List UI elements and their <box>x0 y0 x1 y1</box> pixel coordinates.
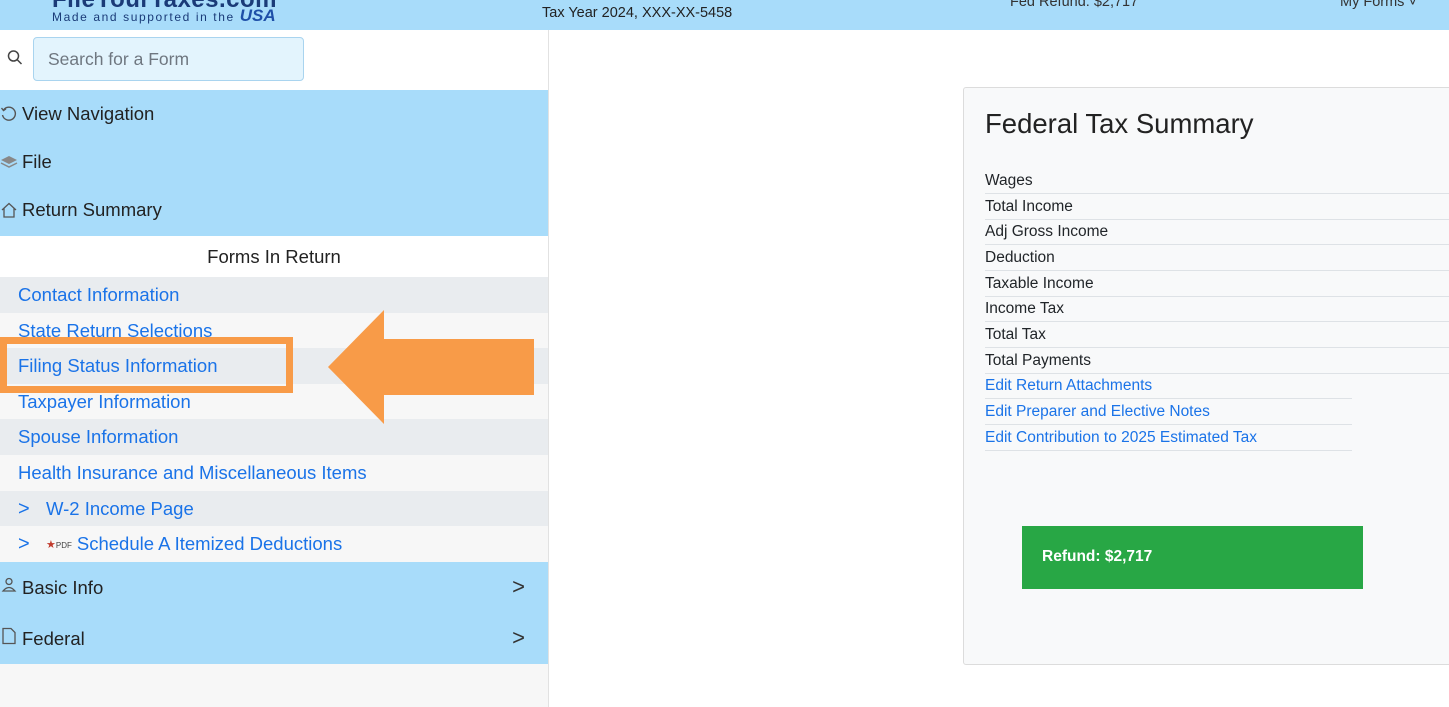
summary-row-taxable-income: Taxable Income <box>985 271 1449 297</box>
tax-year-label: Tax Year 2024, XXX-XX-5458 <box>542 5 733 21</box>
summary-row-total-payments: Total Payments <box>985 348 1449 374</box>
home-icon <box>0 201 22 219</box>
w2-income-label: W-2 Income Page <box>46 498 194 519</box>
forms-in-return-heading: Forms In Return <box>0 236 548 277</box>
pdf-icon-label: PDF <box>55 540 72 550</box>
refund-badge: Refund: $2,717 <box>1022 526 1363 589</box>
form-link-health-insurance[interactable]: Health Insurance and Miscellaneous Items <box>0 455 548 491</box>
search-icon <box>7 49 23 67</box>
bottom-nav: Basic Info > Federal > <box>0 562 548 664</box>
chevron-right-icon[interactable]: > <box>512 574 525 600</box>
summary-row-adj-gross-income: Adj Gross Income <box>985 219 1449 245</box>
file-menu-item[interactable]: File <box>0 138 548 186</box>
edit-return-attachments-link[interactable]: Edit Return Attachments <box>985 373 1352 399</box>
federal-tax-summary-card: Federal Tax Summary Wages Total Income A… <box>963 87 1449 665</box>
brand-usa-logo: USA <box>239 6 276 25</box>
return-summary-label: Return Summary <box>22 199 162 220</box>
summary-row-deduction: Deduction <box>985 245 1449 271</box>
edit-preparer-notes-link[interactable]: Edit Preparer and Elective Notes <box>985 399 1352 425</box>
federal-label: Federal <box>22 627 85 649</box>
summary-row-income-tax: Income Tax <box>985 296 1449 322</box>
my-forms-dropdown[interactable]: My Forms ˅ <box>1340 0 1417 10</box>
federal-item[interactable]: Federal > <box>0 613 548 664</box>
file-label: File <box>22 151 52 172</box>
form-link-w2-income-page[interactable]: > W-2 Income Page <box>0 491 548 527</box>
search-input[interactable] <box>33 37 304 81</box>
view-navigation-item[interactable]: View Navigation <box>0 90 548 138</box>
basic-info-label: Basic Info <box>22 576 104 598</box>
summary-title: Federal Tax Summary <box>985 108 1254 139</box>
history-icon <box>0 105 22 123</box>
summary-row-wages: Wages <box>985 168 1449 194</box>
form-link-schedule-a[interactable]: > ★PDF Schedule A Itemized Deductions <box>0 526 548 562</box>
brand-tagline: Made and supported in the USA <box>52 6 276 26</box>
search-row <box>0 30 548 90</box>
chevron-right-icon[interactable]: > <box>18 526 46 562</box>
fed-refund-label: Fed Refund: $2,717 <box>1010 0 1139 10</box>
brand-tagline-text: Made and supported in the <box>52 10 235 24</box>
return-summary-item[interactable]: Return Summary <box>0 186 548 234</box>
user-icon <box>0 576 22 599</box>
pdf-icon[interactable]: ★PDF <box>46 527 72 564</box>
basic-info-item[interactable]: Basic Info > <box>0 562 548 613</box>
view-navigation-label: View Navigation <box>22 103 155 124</box>
top-header: FileYourTaxes.com Made and supported in … <box>0 0 1449 30</box>
summary-row-total-tax: Total Tax <box>985 322 1449 348</box>
form-link-contact-information[interactable]: Contact Information <box>0 277 548 313</box>
highlight-box <box>0 337 293 393</box>
main-nav: View Navigation File Return Summary <box>0 90 548 236</box>
layers-icon <box>0 153 22 171</box>
annotation-arrow-icon <box>328 310 534 429</box>
summary-row-total-income: Total Income <box>985 194 1449 220</box>
document-icon <box>0 627 22 650</box>
chevron-right-icon[interactable]: > <box>18 491 46 527</box>
schedule-a-label: Schedule A Itemized Deductions <box>76 533 343 554</box>
chevron-right-icon[interactable]: > <box>512 625 525 651</box>
edit-estimated-tax-link[interactable]: Edit Contribution to 2025 Estimated Tax <box>985 425 1352 451</box>
